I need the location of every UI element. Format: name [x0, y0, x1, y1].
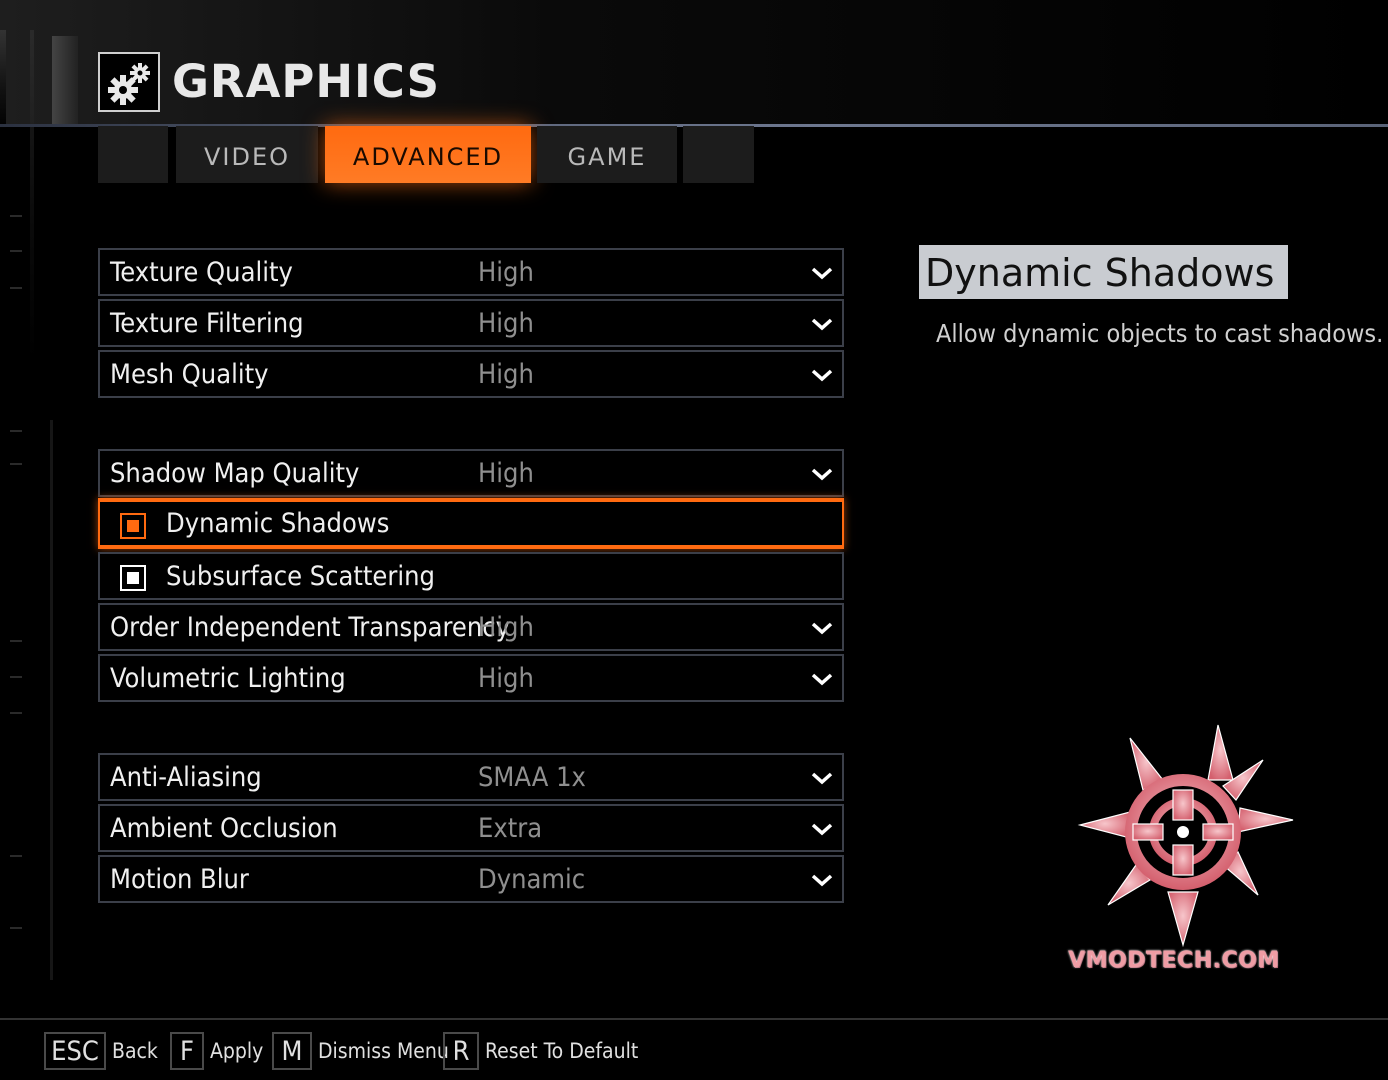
setting-label: Order Independent Transparency — [110, 612, 510, 643]
setting-value: High — [478, 257, 534, 288]
setting-label: Mesh Quality — [110, 359, 269, 390]
setting-motion-blur[interactable]: Motion Blur Dynamic — [98, 855, 844, 903]
detail-description: Allow dynamic objects to cast shadows. — [936, 319, 1384, 348]
r-key-hint[interactable]: R — [443, 1032, 479, 1070]
setting-label: Dynamic Shadows — [166, 508, 390, 539]
setting-ambient-occlusion[interactable]: Ambient Occlusion Extra — [98, 804, 844, 852]
setting-label: Texture Quality — [110, 257, 293, 288]
dismiss-menu-label[interactable]: Dismiss Menu — [318, 1032, 449, 1070]
setting-label: Motion Blur — [110, 864, 249, 895]
setting-texture-filtering[interactable]: Texture Filtering High — [98, 299, 844, 347]
tab-game[interactable]: GAME — [537, 126, 677, 183]
watermark-text: VMODTECH.COM — [1068, 948, 1280, 973]
chevron-down-icon — [811, 874, 833, 887]
setting-shadow-map-quality[interactable]: Shadow Map Quality High — [98, 449, 844, 497]
setting-value: SMAA 1x — [478, 762, 586, 793]
tab-prev-bumper[interactable] — [98, 126, 168, 183]
setting-texture-quality[interactable]: Texture Quality High — [98, 248, 844, 296]
tab-video[interactable]: VIDEO — [176, 126, 318, 183]
chevron-down-icon — [811, 622, 833, 635]
chevron-down-icon — [811, 772, 833, 785]
setting-subsurface-scattering[interactable]: Subsurface Scattering — [98, 552, 844, 600]
setting-value: High — [478, 359, 534, 390]
setting-value: High — [478, 612, 534, 643]
tab-next-bumper[interactable] — [683, 126, 754, 183]
chevron-down-icon — [811, 267, 833, 280]
esc-key-hint[interactable]: ESC — [44, 1032, 106, 1070]
f-key-hint[interactable]: F — [170, 1032, 204, 1070]
detail-title: Dynamic Shadows — [919, 245, 1289, 299]
apply-label[interactable]: Apply — [210, 1032, 263, 1070]
left-decoration — [0, 0, 90, 1000]
chevron-down-icon — [811, 318, 833, 331]
setting-volumetric-lighting[interactable]: Volumetric Lighting High — [98, 654, 844, 702]
footer-divider — [0, 1018, 1388, 1020]
setting-value: High — [478, 458, 534, 489]
dynamic-shadows-checkbox[interactable] — [120, 513, 146, 539]
chevron-down-icon — [811, 369, 833, 382]
m-key-hint[interactable]: M — [272, 1032, 312, 1070]
setting-value: High — [478, 308, 534, 339]
setting-label: Volumetric Lighting — [110, 663, 346, 694]
page-title: GRAPHICS — [172, 55, 441, 108]
setting-label: Texture Filtering — [110, 308, 304, 339]
chevron-down-icon — [811, 673, 833, 686]
reset-to-default-label[interactable]: Reset To Default — [485, 1032, 638, 1070]
setting-label: Anti-Aliasing — [110, 762, 262, 793]
chevron-down-icon — [811, 823, 833, 836]
tab-advanced[interactable]: ADVANCED — [325, 126, 531, 183]
watermark-logo — [1077, 724, 1294, 948]
setting-label: Ambient Occlusion — [110, 813, 338, 844]
subsurface-scattering-checkbox[interactable] — [120, 565, 146, 591]
setting-value: High — [478, 663, 534, 694]
setting-anti-aliasing[interactable]: Anti-Aliasing SMAA 1x — [98, 753, 844, 801]
setting-label: Shadow Map Quality — [110, 458, 360, 489]
setting-value: Dynamic — [478, 864, 586, 895]
gears-icon — [98, 52, 160, 112]
setting-dynamic-shadows[interactable]: Dynamic Shadows — [98, 498, 844, 549]
back-label[interactable]: Back — [112, 1032, 158, 1070]
setting-value: Extra — [478, 813, 543, 844]
chevron-down-icon — [811, 468, 833, 481]
setting-order-independent-transparency[interactable]: Order Independent Transparency High — [98, 603, 844, 651]
setting-mesh-quality[interactable]: Mesh Quality High — [98, 350, 844, 398]
setting-label: Subsurface Scattering — [166, 561, 435, 592]
